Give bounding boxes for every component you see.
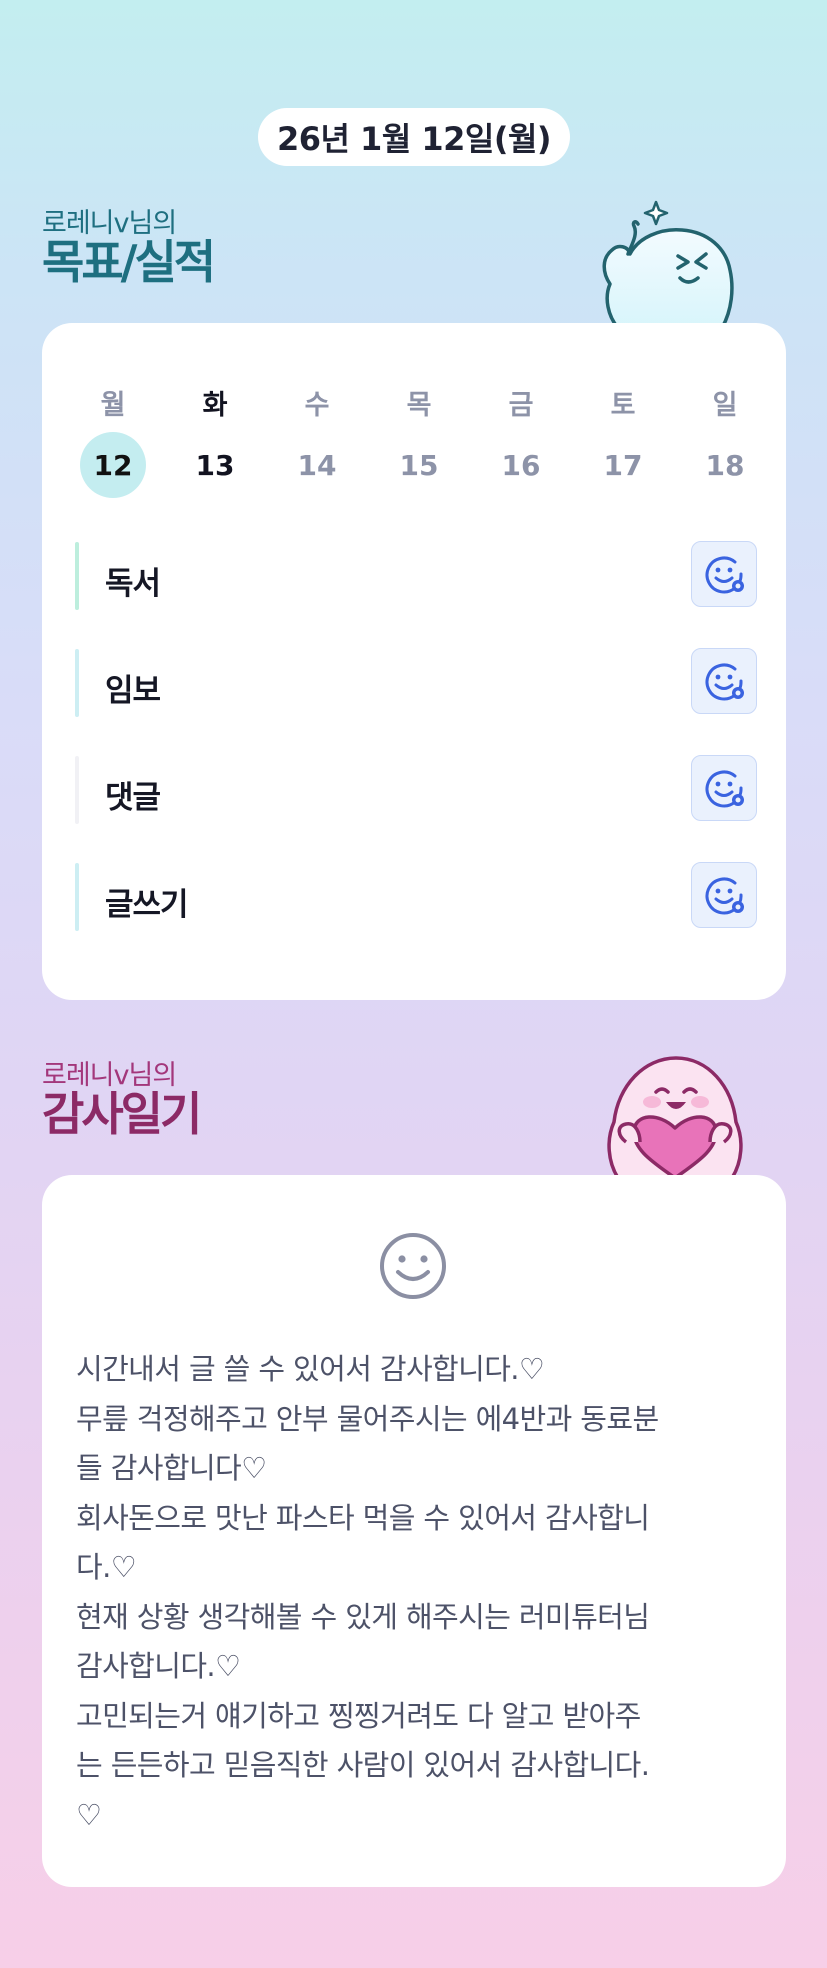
entry-line: 무릎 걱정해주고 안부 물어주시는 에4반과 동료분 — [76, 1401, 659, 1436]
entry-line: 감사합니다.♡ — [76, 1649, 241, 1683]
date-pill[interactable]: 26년 1월 12일(월) — [258, 108, 570, 166]
waving-mascot-illustration — [602, 200, 734, 328]
day-number[interactable]: 17 — [590, 432, 656, 498]
day-name: 토 — [610, 390, 636, 421]
entry-line: ♡ — [76, 1797, 102, 1832]
goal-title: 목표/실적 — [42, 235, 216, 289]
add-reaction-button[interactable] — [691, 862, 757, 928]
add-reaction-button[interactable] — [691, 755, 757, 821]
day-name: 화 — [202, 390, 228, 421]
goal-label: 댓글 — [105, 780, 161, 816]
gratitude-journal-card: 시간내서 글 쓸 수 있어서 감사합니다.♡ 무릎 걱정해주고 안부 물어주시는… — [42, 1175, 786, 1887]
day-name: 일 — [712, 390, 738, 421]
heart-mascot-illustration — [607, 1056, 743, 1178]
entry-line: 다.♡ — [76, 1550, 137, 1584]
day-name: 월 — [100, 390, 126, 421]
thanks-title: 감사일기 — [42, 1087, 202, 1141]
goal-row-comment[interactable]: 댓글 — [75, 755, 757, 824]
goal-title-owner: 로레니v님의 — [42, 208, 177, 239]
goal-accent-bar — [75, 863, 79, 931]
day-number-selected[interactable]: 12 — [80, 432, 146, 498]
smiley-icon — [380, 1233, 446, 1299]
entry-line: 현재 상황 생각해볼 수 있게 해주시는 러미튜터님 — [76, 1599, 650, 1634]
day-name: 목 — [406, 390, 432, 421]
entry-line: 회사돈으로 맛난 파스타 먹을 수 있어서 감사합니 — [76, 1500, 650, 1535]
goal-accent-bar — [75, 542, 79, 610]
day-number[interactable]: 13 — [182, 432, 248, 498]
day-number[interactable]: 18 — [692, 432, 758, 498]
goal-row-writing[interactable]: 글쓰기 — [75, 862, 757, 931]
day-number[interactable]: 14 — [284, 432, 350, 498]
goal-label: 글쓰기 — [105, 887, 189, 923]
add-reaction-icon — [705, 770, 744, 808]
goal-accent-bar — [75, 756, 79, 824]
goal-card: 월 12 화 13 수 14 목 15 금 16 토 17 일 18 독서 임보… — [42, 323, 786, 1000]
day-name: 수 — [304, 390, 330, 421]
thanks-section-title: 로레니v님의 감사일기 — [42, 1060, 202, 1141]
day-number[interactable]: 15 — [386, 432, 452, 498]
goal-label: 독서 — [105, 566, 161, 602]
add-reaction-icon — [705, 877, 744, 915]
goal-row-imbo[interactable]: 임보 — [75, 648, 757, 717]
day-number[interactable]: 16 — [488, 432, 554, 498]
entry-line: 고민되는거 얘기하고 찡찡거려도 다 알고 받아주 — [76, 1698, 641, 1733]
goal-label: 임보 — [105, 673, 161, 709]
entry-line: 시간내서 글 쓸 수 있어서 감사합니다.♡ — [76, 1352, 545, 1386]
add-reaction-button[interactable] — [691, 648, 757, 714]
entry-line: 는 든든하고 믿음직한 사람이 있어서 감사합니다. — [76, 1748, 650, 1782]
goal-accent-bar — [75, 649, 79, 717]
add-reaction-icon — [705, 556, 744, 594]
add-reaction-button[interactable] — [691, 541, 757, 607]
add-reaction-icon — [705, 663, 744, 701]
thanks-title-owner: 로레니v님의 — [42, 1060, 177, 1091]
entry-line: 들 감사합니다♡ — [76, 1451, 267, 1485]
date-label: 26년 1월 12일(월) — [276, 120, 552, 158]
goal-row-reading[interactable]: 독서 — [75, 541, 757, 610]
day-name: 금 — [508, 390, 534, 421]
goal-section-title: 로레니v님의 목표/실적 — [42, 208, 216, 289]
gratitude-entry-text: 시간내서 글 쓸 수 있어서 감사합니다.♡ 무릎 걱정해주고 안부 물어주시는… — [76, 1345, 756, 1840]
